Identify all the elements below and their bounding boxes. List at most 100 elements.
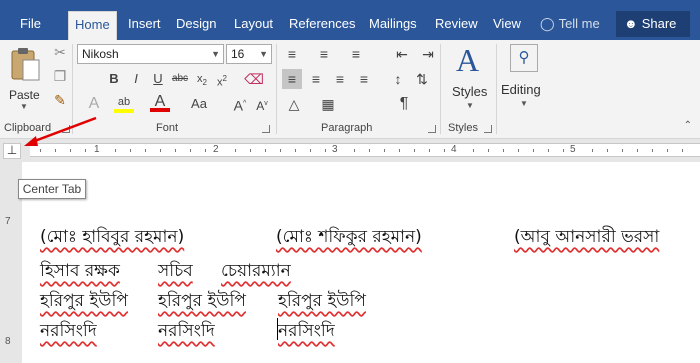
styles-icon: A bbox=[456, 42, 480, 78]
ruler-tick bbox=[85, 149, 86, 152]
font-launcher-icon[interactable] bbox=[262, 125, 270, 133]
ruler-tick bbox=[563, 149, 564, 152]
font-name-combo[interactable]: Nikosh ▼ bbox=[77, 44, 224, 64]
ribbon: Paste ▼ ✂ ❐ ✎ Clipboard Nikosh ▼ 16 ▼ B … bbox=[0, 40, 700, 139]
designation: সচিব bbox=[158, 261, 193, 281]
vertical-ruler-number: 8 bbox=[5, 336, 11, 347]
justify-icon[interactable]: ≡ bbox=[354, 69, 374, 89]
ruler-number: 1 bbox=[94, 144, 100, 155]
shrink-font-icon[interactable]: Av bbox=[252, 94, 272, 114]
strikethrough-icon[interactable]: abc bbox=[170, 69, 190, 89]
tab-review[interactable]: Review bbox=[435, 13, 478, 40]
text-cursor bbox=[277, 318, 278, 340]
ruler-tick bbox=[160, 149, 161, 152]
ruler-tick bbox=[354, 149, 355, 152]
subscript-icon[interactable]: x2 bbox=[192, 69, 212, 89]
tab-file[interactable]: File bbox=[20, 13, 41, 40]
ruler-tick bbox=[250, 149, 251, 152]
ruler-tick bbox=[115, 149, 116, 152]
text-effects-icon[interactable]: A bbox=[84, 94, 104, 114]
group-paragraph-label: Paragraph bbox=[321, 122, 373, 134]
district-name: নরসিংদি bbox=[278, 321, 335, 341]
paste-label: Paste bbox=[9, 88, 40, 102]
union-name: হরিপুর ইউপি bbox=[40, 291, 128, 311]
ruler-tick bbox=[667, 149, 668, 152]
ruler-tick bbox=[488, 149, 489, 152]
tab-mailings[interactable]: Mailings bbox=[369, 13, 417, 40]
lightbulb-icon: ◯ bbox=[540, 16, 555, 31]
group-separator bbox=[440, 44, 441, 134]
highlight-icon[interactable]: ab bbox=[114, 92, 134, 113]
ruler-tick bbox=[384, 149, 385, 152]
group-styles-label: Styles bbox=[448, 122, 478, 134]
clear-formatting-icon[interactable]: ⌫ bbox=[244, 69, 264, 89]
ruler-number: 3 bbox=[332, 144, 338, 155]
search-icon: ⚲ bbox=[510, 44, 538, 72]
ruler-tick bbox=[145, 149, 146, 152]
chevron-down-icon: ▼ bbox=[466, 101, 474, 110]
ruler-tick bbox=[607, 149, 608, 152]
ruler-tick bbox=[592, 149, 593, 152]
ribbon-tab-bar: File Home Insert Design Layout Reference… bbox=[0, 0, 700, 40]
bullets-icon[interactable]: ≡ bbox=[282, 44, 302, 64]
document-page[interactable]: (মোঃ হাবিবুর রহমান) (মোঃ শফিকুর রহমান) (… bbox=[22, 162, 700, 363]
ruler-tick bbox=[280, 149, 281, 152]
align-center-icon[interactable]: ≡ bbox=[306, 69, 326, 89]
grow-font-icon[interactable]: A^ bbox=[230, 94, 250, 114]
numbering-icon[interactable]: ≡ bbox=[314, 44, 334, 64]
shading-icon[interactable]: △ bbox=[284, 94, 304, 114]
group-separator bbox=[72, 44, 73, 134]
sort-icon[interactable]: ⇅ bbox=[412, 69, 432, 89]
designation: হিসাব রক্ষক bbox=[40, 261, 120, 281]
collapse-ribbon-icon[interactable]: ⌃ bbox=[684, 120, 692, 131]
decrease-indent-icon[interactable]: ⇤ bbox=[392, 44, 412, 64]
horizontal-ruler[interactable]: 1 2 3 4 5 bbox=[30, 143, 700, 157]
tab-view[interactable]: View bbox=[493, 13, 521, 40]
group-separator bbox=[276, 44, 277, 134]
tab-design[interactable]: Design bbox=[176, 13, 216, 40]
borders-icon[interactable]: ▦ bbox=[318, 94, 338, 114]
ruler-tick bbox=[310, 149, 311, 152]
line-spacing-icon[interactable]: ↕ bbox=[388, 69, 408, 89]
underline-icon[interactable]: U bbox=[148, 69, 168, 89]
copy-icon[interactable]: ❐ bbox=[50, 66, 70, 86]
editing-button[interactable]: ⚲ Editing ▼ bbox=[500, 42, 550, 112]
clipboard-launcher-icon[interactable] bbox=[62, 125, 70, 133]
group-clipboard-label: Clipboard bbox=[4, 122, 52, 134]
multilevel-list-icon[interactable]: ≡ bbox=[346, 44, 366, 64]
font-color-icon[interactable]: A bbox=[150, 92, 170, 112]
vertical-ruler-number: 7 bbox=[5, 216, 11, 227]
format-painter-icon[interactable]: ✎ bbox=[50, 90, 70, 110]
italic-icon[interactable]: I bbox=[126, 69, 146, 89]
horizontal-ruler-row: 1 2 3 4 5 bbox=[0, 140, 700, 160]
share-button[interactable]: ☻ Share bbox=[616, 11, 690, 37]
signatory-name: (মোঃ শফিকুর রহমান) bbox=[276, 227, 422, 247]
signatory-name: (আবু আনসারী ভরসা bbox=[514, 227, 660, 247]
ruler-tick bbox=[265, 149, 266, 152]
increase-indent-icon[interactable]: ⇥ bbox=[418, 44, 438, 64]
ruler-number: 2 bbox=[213, 144, 219, 155]
cut-icon[interactable]: ✂ bbox=[50, 42, 70, 62]
align-right-icon[interactable]: ≡ bbox=[330, 69, 350, 89]
styles-launcher-icon[interactable] bbox=[484, 125, 492, 133]
align-left-active-icon[interactable]: ≡ bbox=[282, 69, 302, 89]
tab-insert[interactable]: Insert bbox=[128, 13, 161, 40]
ruler-number: 4 bbox=[451, 144, 457, 155]
tab-references[interactable]: References bbox=[289, 13, 355, 40]
tab-layout[interactable]: Layout bbox=[234, 13, 273, 40]
paragraph-launcher-icon[interactable] bbox=[428, 125, 436, 133]
paste-button[interactable]: Paste ▼ bbox=[6, 46, 44, 112]
font-size-combo[interactable]: 16 ▼ bbox=[226, 44, 272, 64]
change-case-icon[interactable]: Aa bbox=[186, 94, 212, 114]
bold-icon[interactable]: B bbox=[104, 69, 124, 89]
styles-button[interactable]: A Styles ▼ bbox=[448, 42, 492, 112]
ruler-tick bbox=[652, 149, 653, 152]
tab-stop-selector[interactable]: ⊥ bbox=[3, 143, 21, 159]
ruler-tick bbox=[518, 149, 519, 152]
tab-home[interactable]: Home bbox=[68, 11, 117, 40]
show-formatting-icon[interactable]: ¶ bbox=[394, 94, 414, 114]
ruler-tick bbox=[503, 149, 504, 152]
tell-me-search[interactable]: ◯ Tell me bbox=[540, 13, 600, 40]
ruler-tick bbox=[473, 149, 474, 152]
superscript-icon[interactable]: x2 bbox=[212, 69, 232, 89]
